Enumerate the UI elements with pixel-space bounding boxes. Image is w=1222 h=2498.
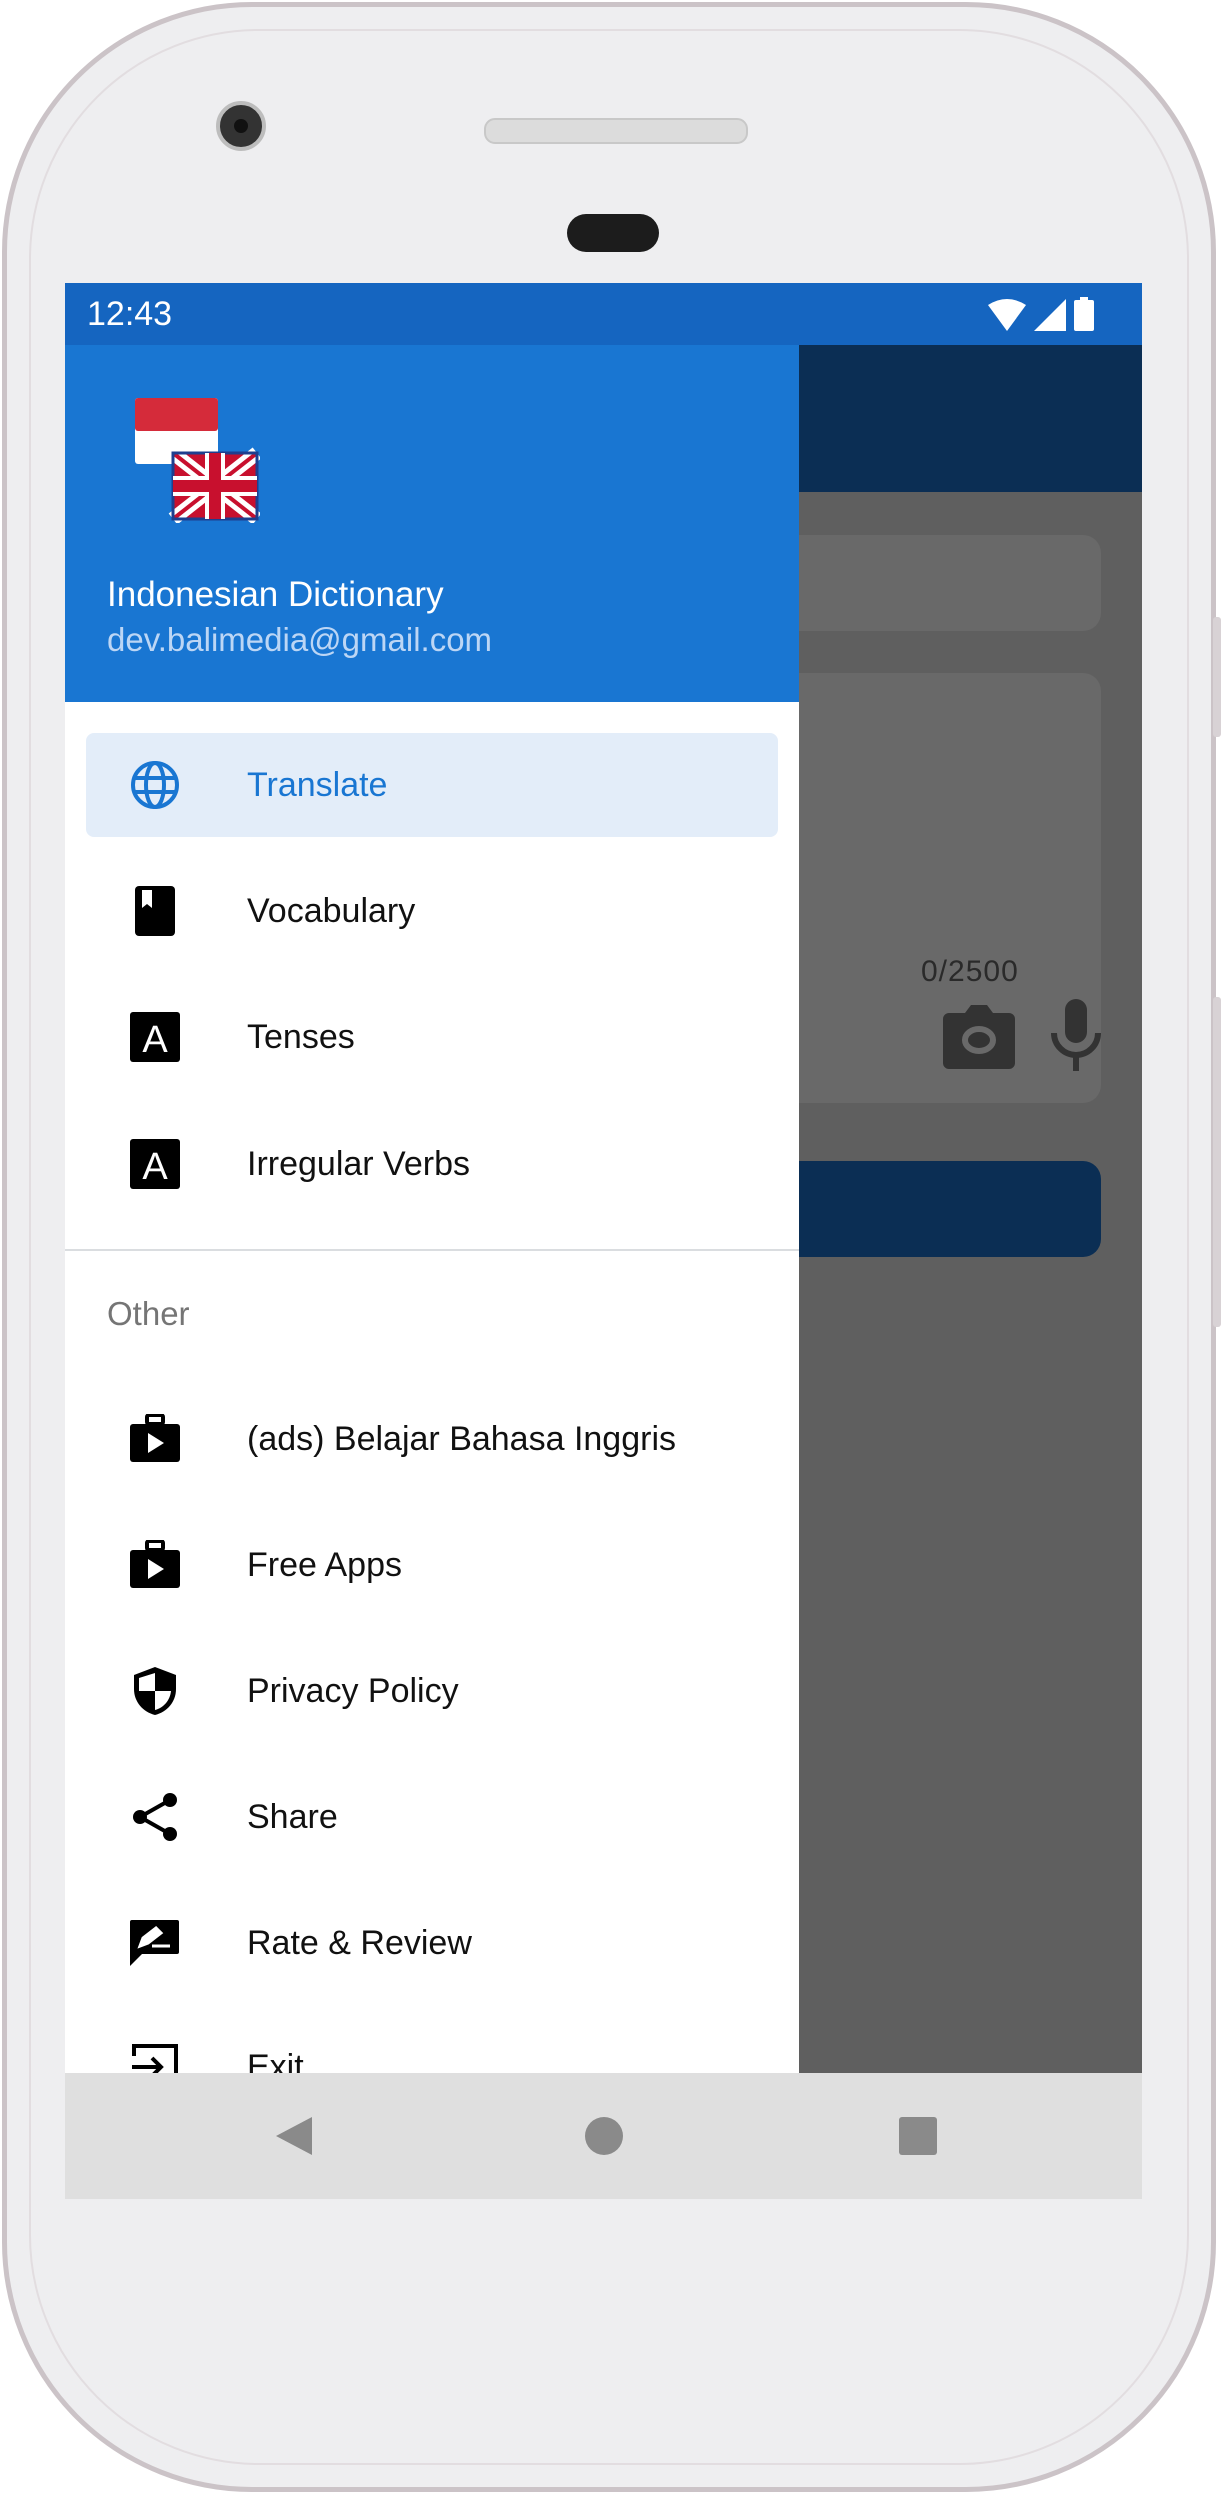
speaker-grille [484, 118, 748, 144]
system-nav-bar [65, 2073, 1142, 2199]
drawer-item-free-apps[interactable]: Free Apps [86, 1513, 778, 1617]
drawer-item-translate[interactable]: Translate [86, 733, 778, 837]
drawer-item-label: Tenses [247, 1018, 355, 1056]
svg-text:A: A [142, 1019, 168, 1061]
drawer-item-label: Share [247, 1798, 338, 1836]
home-icon[interactable] [581, 2113, 627, 2159]
drawer-item-vocabulary[interactable]: Vocabulary [86, 859, 778, 963]
letter-a-icon: A [130, 1012, 180, 1062]
navigation-drawer: Indonesian Dictionary dev.balimedia@gmai… [65, 345, 799, 2199]
app-email: dev.balimedia@gmail.com [107, 621, 493, 658]
camera-icon[interactable] [943, 1003, 1015, 1069]
drawer-item-share[interactable]: Share [86, 1765, 778, 1869]
drawer-item-label: Translate [247, 766, 388, 804]
wifi-icon [988, 299, 1026, 331]
recents-icon[interactable] [895, 2113, 941, 2159]
book-icon [135, 886, 175, 936]
drawer-item-label: Free Apps [247, 1546, 402, 1584]
drawer-item-label: Rate & Review [247, 1924, 472, 1962]
status-time: 12:43 [87, 295, 173, 333]
shield-icon [134, 1667, 176, 1715]
drawer-item-ads-belajar[interactable]: (ads) Belajar Bahasa Inggris [86, 1387, 778, 1491]
shop-play-icon [130, 1540, 180, 1588]
share-icon [133, 1793, 177, 1841]
drawer-item-irregular-verbs[interactable]: A Irregular Verbs [86, 1112, 778, 1216]
letter-a-icon: A [130, 1139, 180, 1189]
drawer-item-rate-review[interactable]: Rate & Review [86, 1891, 778, 1995]
battery-icon [1074, 297, 1094, 331]
section-title-other: Other [107, 1295, 190, 1332]
drawer-item-label: Vocabulary [247, 892, 416, 930]
power-button [1213, 997, 1221, 1327]
rate-review-icon [130, 1920, 179, 1966]
drawer-item-privacy-policy[interactable]: Privacy Policy [86, 1639, 778, 1743]
drawer-item-label: Irregular Verbs [247, 1145, 470, 1183]
char-counter: 0/2500 [921, 955, 1019, 988]
front-camera [216, 101, 266, 151]
earpiece [567, 214, 659, 252]
drawer-header: Indonesian Dictionary dev.balimedia@gmai… [65, 345, 799, 702]
globe-icon [131, 761, 179, 809]
back-icon[interactable] [270, 2113, 316, 2159]
drawer-item-label: (ads) Belajar Bahasa Inggris [247, 1420, 677, 1458]
status-bar: 12:43 [65, 283, 1142, 345]
screen: 12:43 h 0/2500 [65, 283, 1142, 2199]
svg-text:A: A [142, 1146, 168, 1188]
app-logo-flags [135, 398, 260, 523]
app-name: Indonesian Dictionary [107, 575, 444, 614]
shop-play-icon [130, 1414, 180, 1462]
volume-button [1213, 617, 1221, 737]
drawer-item-tenses[interactable]: A Tenses [86, 985, 778, 1089]
microphone-icon[interactable] [1050, 999, 1102, 1071]
signal-icon [1034, 299, 1066, 331]
drawer-item-label: Privacy Policy [247, 1672, 459, 1710]
drawer-divider [65, 1249, 799, 1251]
